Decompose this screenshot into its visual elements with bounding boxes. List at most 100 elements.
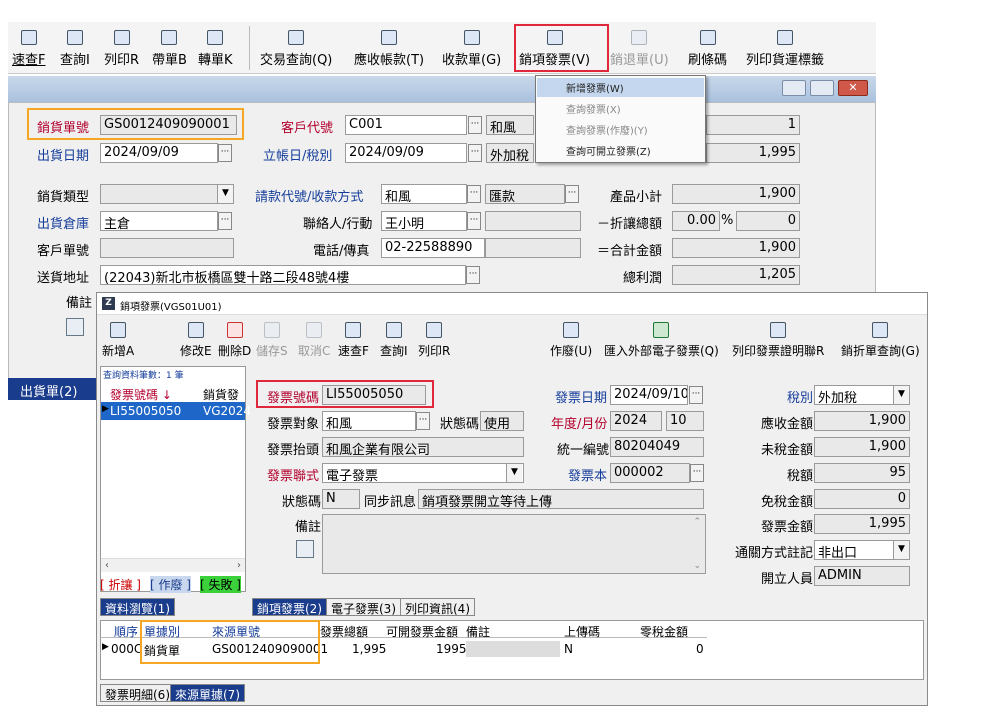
sales-return-button[interactable]: 銷退單(U) <box>610 24 669 68</box>
vat-no-field[interactable]: 80204049 <box>610 437 704 457</box>
discount-percent-field[interactable]: 0.00 <box>672 211 720 231</box>
import-einvoice-button[interactable]: 匯入外部電子發票(Q) <box>604 316 719 360</box>
address-field[interactable]: (22043)新北市板橋區雙十路二段48號4樓 <box>100 265 466 285</box>
month-field[interactable]: 10 <box>666 411 704 431</box>
void-icon <box>563 322 580 338</box>
print-button[interactable]: 列印R <box>104 24 139 68</box>
list-row-sales-no: VG2024 <box>203 404 252 418</box>
receipt-button[interactable]: 收款單(G) <box>442 24 501 68</box>
quick-search-button[interactable]: 速查F <box>12 24 45 68</box>
quick-search-icon <box>345 322 362 338</box>
tab-sales-invoice[interactable]: 銷項發票(2) <box>252 598 327 616</box>
print-proof-button[interactable]: 列印發票證明聯R <box>732 316 824 360</box>
discount-query-button[interactable]: 銷折單查詢(G) <box>841 316 920 360</box>
invoice-type-select[interactable]: 電子發票 <box>322 463 524 483</box>
row-pointer-icon: ▶ <box>102 404 109 414</box>
sales-type-select[interactable]: ▼ <box>100 184 234 204</box>
customer-lookup[interactable]: ··· <box>468 116 482 134</box>
warehouse-field[interactable]: 主倉 <box>100 211 218 231</box>
tab-source-docs[interactable]: 來源單據(7) <box>170 684 245 702</box>
menu-item-query-void-invoice[interactable]: 查詢發票(作廢)(Y) <box>566 122 648 137</box>
delete-button[interactable]: 刪除D <box>218 316 251 360</box>
add-button[interactable]: 新增A <box>102 316 134 360</box>
note-edit-icon[interactable] <box>296 540 314 558</box>
list-col-invoice-no[interactable]: 發票號碼 ↓ <box>110 386 172 403</box>
list-col-sales[interactable]: 銷貨發 <box>203 386 239 403</box>
tab-data-browse[interactable]: 資料瀏覽(1) <box>100 598 175 616</box>
contact-label: 聯絡人/行動 <box>303 217 373 232</box>
edit-button[interactable]: 修改E <box>180 316 212 360</box>
receivable-icon <box>381 30 398 45</box>
phone-label: 電話/傳真 <box>313 244 370 259</box>
invoice-target-field[interactable]: 和風 <box>322 411 416 431</box>
ship-date-field[interactable]: 2024/09/09 <box>100 143 218 163</box>
menu-item-query-invoice[interactable]: 查詢發票(X) <box>566 101 621 116</box>
receivable-button[interactable]: 應收帳款(T) <box>354 24 424 68</box>
cancel-button[interactable]: 取消C <box>298 316 330 360</box>
creator-label: 開立人員 <box>761 572 814 587</box>
scroll-up-icon[interactable]: ⌃ <box>693 517 701 527</box>
invoice-book-field[interactable]: 000002 <box>610 463 690 483</box>
year-field[interactable]: 2024 <box>610 411 662 431</box>
menu-item-new-invoice-label: 新增發票(W) <box>566 84 624 95</box>
invoice-date-field[interactable]: 2024/09/10 <box>610 385 688 405</box>
carry-order-button[interactable]: 帶單B <box>152 24 187 68</box>
scroll-down-icon[interactable]: ⌄ <box>693 561 701 571</box>
payment-code-field[interactable]: 和風 <box>381 184 467 204</box>
invoice-print-button[interactable]: 列印R <box>418 316 450 360</box>
tab-shipping-order[interactable]: 出貨單(2) <box>20 381 77 400</box>
print-label-button[interactable]: 列印貨運標籤 <box>746 24 824 68</box>
profit-label: 總利潤 <box>623 271 663 286</box>
sales-invoice-highlight <box>514 24 609 72</box>
tax-amount-label: 稅額 <box>787 469 814 484</box>
invoice-note-field[interactable]: ⌃ ⌄ <box>322 514 706 574</box>
customer-code-field[interactable]: C001 <box>345 115 467 135</box>
profit-field: 1,205 <box>672 265 800 285</box>
payment-method-field: 匯款 <box>485 184 565 204</box>
payment-method-lookup[interactable]: ··· <box>565 185 579 203</box>
save-button[interactable]: 儲存S <box>256 316 288 360</box>
fax-field[interactable] <box>485 238 581 258</box>
invoice-quick-search-button[interactable]: 速查F <box>338 316 369 360</box>
phone-field[interactable]: 02-22588890 <box>381 238 485 258</box>
close-icon[interactable]: ✕ <box>838 80 868 96</box>
minimize-icon[interactable] <box>782 80 806 96</box>
customer-order-field[interactable] <box>100 238 234 258</box>
account-date-picker[interactable]: ··· <box>468 144 482 162</box>
restore-icon[interactable] <box>810 80 834 96</box>
ship-date-picker[interactable]: ··· <box>218 144 232 162</box>
invoice-amount-field: 1,995 <box>814 514 910 534</box>
transfer-order-button[interactable]: 轉單K <box>198 24 233 68</box>
invoice-no-field[interactable]: LI55005050 <box>322 385 426 405</box>
warehouse-lookup[interactable]: ··· <box>218 212 232 230</box>
contact-lookup[interactable]: ··· <box>467 212 481 230</box>
total-label: ＝合計金額 <box>597 244 663 259</box>
barcode-button[interactable]: 刷條碼 <box>688 24 727 68</box>
tab-print-info[interactable]: 列印資訊(4) <box>400 598 475 616</box>
address-lookup[interactable]: ··· <box>466 266 480 284</box>
invoice-head-field[interactable]: 和風企業有限公司 <box>322 437 524 457</box>
source-doc-highlight <box>140 620 320 664</box>
menu-item-query-openable-invoice[interactable]: 查詢可開立發票(Z) <box>566 143 651 158</box>
tab-e-invoice[interactable]: 電子發票(3) <box>326 598 401 616</box>
query-button[interactable]: 查詢I <box>60 24 90 68</box>
order-note-icon[interactable] <box>66 318 84 336</box>
invoice-date-picker[interactable]: ··· <box>689 386 703 404</box>
list-scrollbar[interactable]: ‹ › <box>101 558 245 572</box>
order-no-field[interactable]: GS0012409090001 <box>100 115 237 135</box>
discount-field[interactable]: 0 <box>736 211 800 231</box>
invoice-book-lookup[interactable]: ··· <box>690 464 704 482</box>
void-button[interactable]: 作廢(U) <box>550 316 592 360</box>
invoice-query-button[interactable]: 查詢I <box>380 316 408 360</box>
account-date-field[interactable]: 2024/09/09 <box>345 143 467 163</box>
mobile-field[interactable] <box>485 211 581 231</box>
payment-code-lookup[interactable]: ··· <box>467 185 481 203</box>
contact-field[interactable]: 王小明 <box>381 211 467 231</box>
row-pointer-icon: ▶ <box>102 642 109 652</box>
trade-query-button[interactable]: 交易查詢(Q) <box>260 24 332 68</box>
tab-invoice-detail[interactable]: 發票明細(6) <box>100 684 175 702</box>
upload-status-field: N <box>322 489 360 509</box>
invoice-target-lookup[interactable]: ··· <box>416 412 430 430</box>
tax-type-field: 外加稅 <box>486 143 534 163</box>
sync-message-field: 銷項發票開立等待上傳 <box>418 489 704 509</box>
